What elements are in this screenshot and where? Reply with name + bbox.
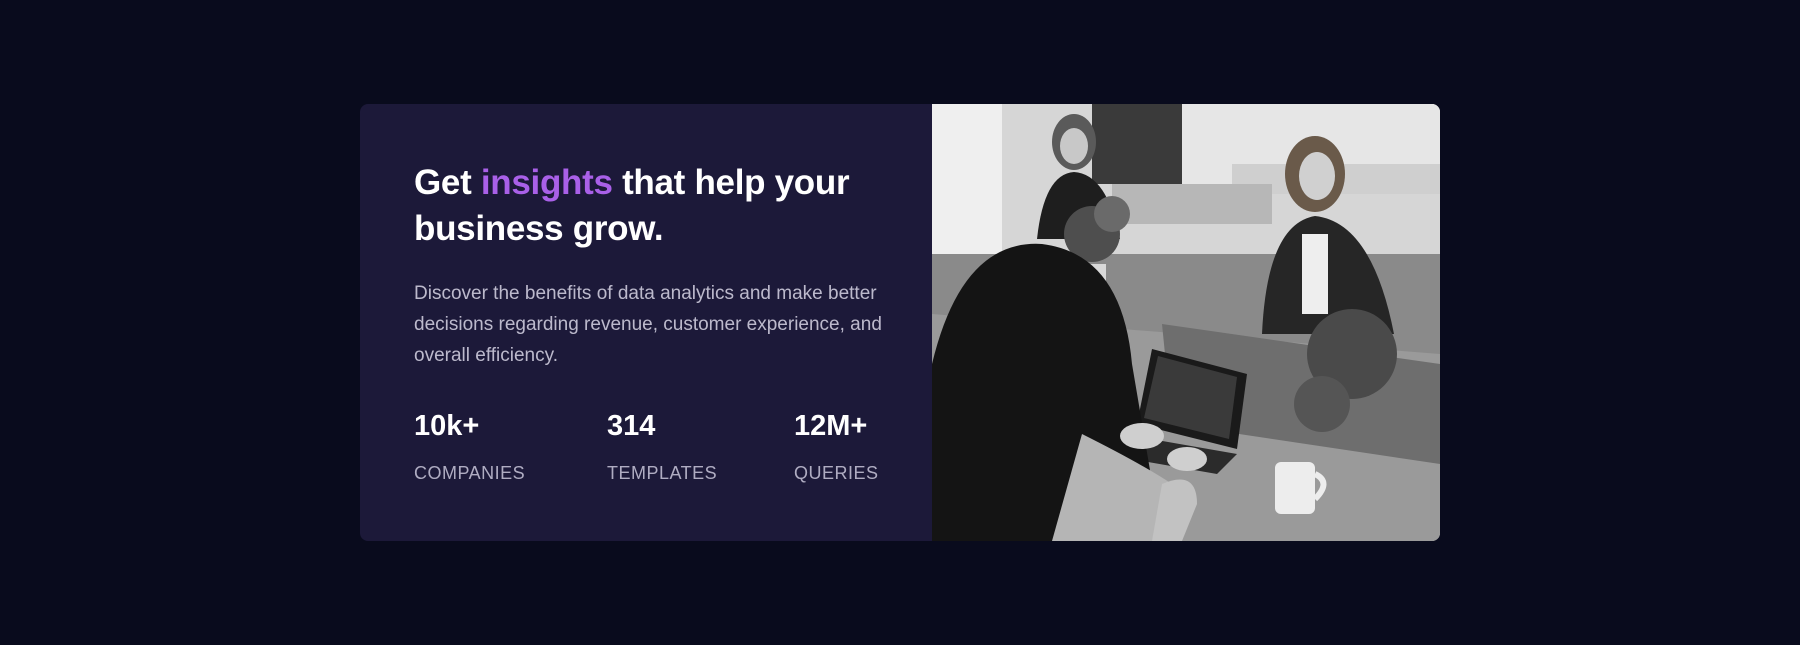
stats-row: 10k+ COMPANIES 314 TEMPLATES 12M+ QUERIE…: [414, 408, 914, 488]
stat-value: 12M+: [794, 410, 868, 442]
stat-templates: 314 TEMPLATES: [607, 408, 717, 484]
office-team-photo: [932, 104, 1440, 541]
stat-value: 10k+: [414, 410, 480, 442]
stat-queries: 12M+ QUERIES: [794, 408, 879, 484]
stat-label: TEMPLATES: [607, 463, 718, 483]
stat-label: COMPANIES: [414, 463, 526, 483]
card-title: Get insights that help your business gro…: [414, 160, 904, 252]
stat-label: QUERIES: [794, 463, 879, 483]
card-content: Get insights that help your business gro…: [360, 104, 932, 541]
title-accent: insights: [480, 163, 613, 202]
insights-card: Get insights that help your business gro…: [360, 104, 1440, 541]
photo-illustration: [932, 104, 1440, 541]
stat-value: 314: [607, 410, 656, 442]
card-description: Discover the benefits of data analytics …: [414, 283, 882, 366]
title-prefix: Get: [414, 163, 481, 202]
stat-companies: 10k+ COMPANIES: [414, 408, 525, 484]
